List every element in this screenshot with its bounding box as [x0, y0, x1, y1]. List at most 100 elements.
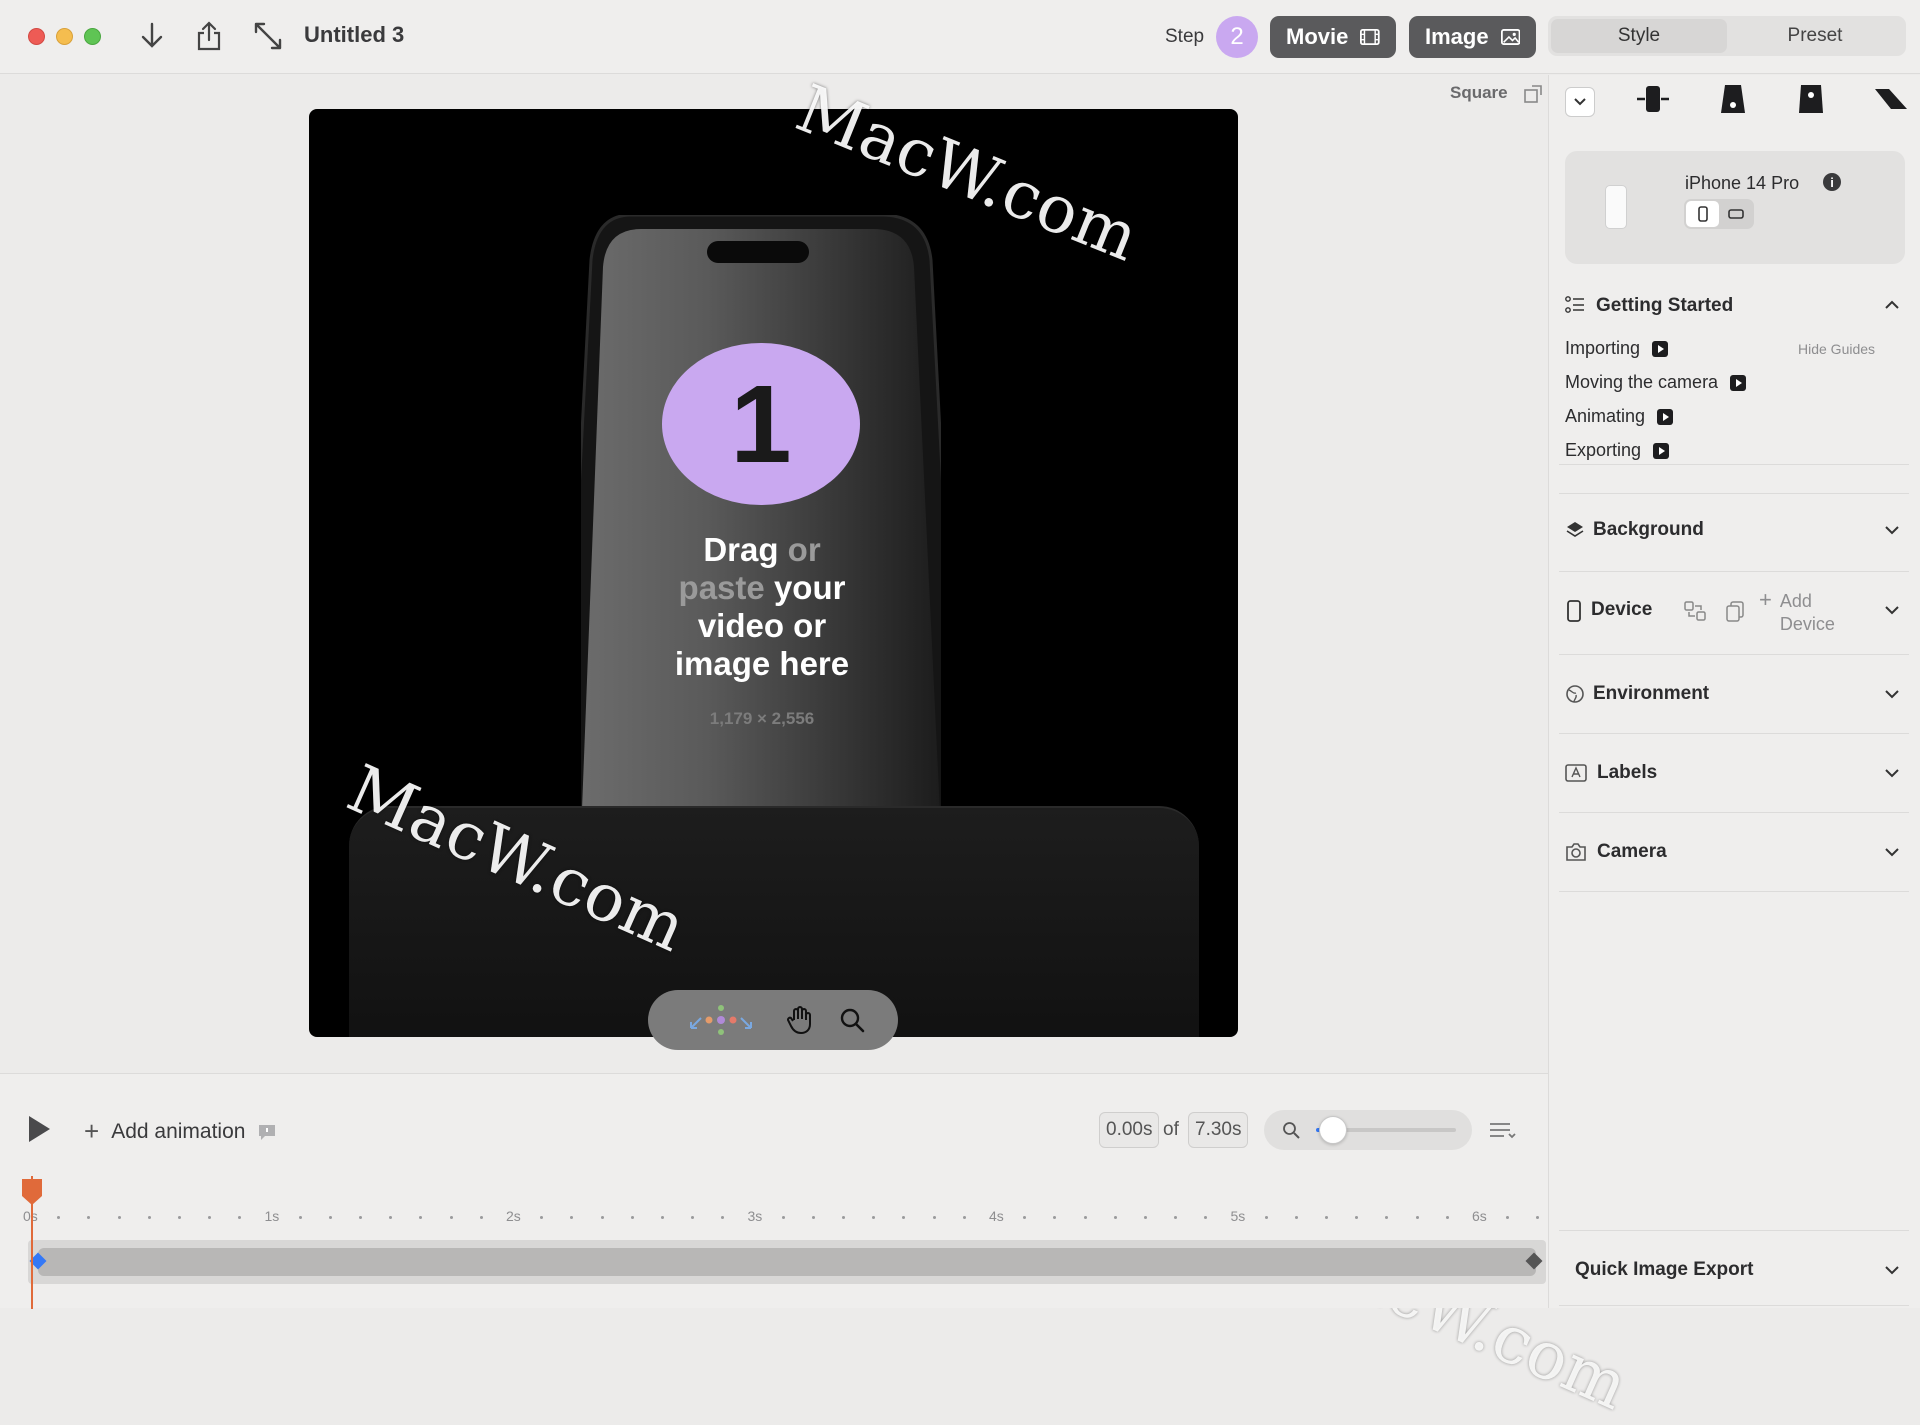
tilt-up-angle-icon[interactable] — [1795, 83, 1827, 115]
move-camera-icon[interactable] — [681, 1000, 761, 1040]
phone-icon — [1567, 600, 1581, 622]
guide-label: Animating — [1565, 406, 1646, 426]
side-angle-icon[interactable] — [1873, 85, 1909, 113]
comment-icon[interactable] — [257, 1123, 277, 1141]
device-section[interactable]: Device + Add Device — [1559, 572, 1909, 655]
ruler-tick-dot — [359, 1216, 363, 1219]
aspect-ratio-label[interactable]: Square — [1450, 83, 1508, 103]
globe-icon — [1566, 685, 1584, 703]
guide-label: Exporting — [1565, 440, 1642, 460]
labels-title: Labels — [1597, 762, 1658, 783]
chevron-down-icon[interactable] — [1885, 603, 1899, 617]
add-animation-label: Add animation — [111, 1119, 246, 1143]
drop-word: your — [773, 569, 846, 606]
environment-section[interactable]: Environment — [1559, 655, 1909, 734]
phone-mockup — [581, 215, 941, 835]
portrait-orientation-icon[interactable] — [1686, 201, 1719, 227]
guide-importing[interactable]: Importing — [1565, 338, 1669, 359]
chevron-down-icon[interactable] — [1885, 845, 1899, 859]
ruler-tick-dot — [570, 1216, 574, 1219]
tilt-angle-icon[interactable] — [1717, 83, 1749, 115]
close-window-button[interactable] — [28, 28, 45, 45]
chevron-down-icon[interactable] — [1885, 766, 1899, 780]
ruler-tick-dot — [902, 1216, 906, 1219]
movie-label: Movie — [1286, 24, 1349, 49]
ruler-tick-dot — [1506, 1216, 1510, 1219]
play-video-icon — [1657, 408, 1674, 425]
guide-exporting[interactable]: Exporting — [1565, 440, 1670, 461]
camera-section[interactable]: Camera — [1559, 813, 1909, 892]
getting-started-section: Getting Started Hide Guides Importing Mo… — [1559, 281, 1909, 465]
download-arrow-icon[interactable] — [134, 18, 170, 54]
zoom-magnifier-icon — [1283, 1122, 1300, 1139]
timeline-zoom-control — [1264, 1110, 1472, 1150]
ruler-tick-label: 6s — [1472, 1208, 1487, 1224]
ruler-tick-dot — [57, 1216, 61, 1219]
chevron-up-icon[interactable] — [1885, 298, 1899, 312]
expand-icon[interactable] — [250, 18, 286, 54]
hide-guides-link[interactable]: Hide Guides — [1798, 341, 1875, 357]
total-duration-field[interactable]: 7.30s — [1188, 1112, 1249, 1148]
zoom-slider-thumb[interactable] — [1318, 1116, 1347, 1144]
movie-export-button[interactable]: Movie — [1270, 16, 1396, 58]
tab-style[interactable]: Style — [1551, 19, 1727, 53]
landscape-orientation-icon[interactable] — [1719, 201, 1752, 227]
share-icon[interactable] — [191, 18, 227, 54]
quick-image-export-section[interactable]: Quick Image Export — [1559, 1230, 1909, 1306]
animation-clip-bar[interactable] — [38, 1248, 1536, 1276]
device-title: Device — [1591, 599, 1653, 620]
ruler-tick-dot — [811, 1216, 815, 1219]
zoom-window-button[interactable] — [84, 28, 101, 45]
chevron-down-icon[interactable] — [1885, 687, 1899, 701]
labels-section[interactable]: Labels — [1559, 734, 1909, 813]
guide-animating[interactable]: Animating — [1565, 406, 1674, 427]
add-device-button[interactable]: + Add Device — [1759, 589, 1869, 636]
play-video-icon — [1652, 340, 1669, 357]
ruler-tick-label: 3s — [747, 1208, 763, 1224]
drop-instructions[interactable]: Drag or paste your video or image here — [639, 531, 885, 683]
duplicate-device-icon[interactable] — [1725, 600, 1745, 622]
ruler-tick-dot — [1355, 1216, 1359, 1219]
ruler-tick-dot — [479, 1216, 483, 1219]
hand-pan-icon[interactable] — [787, 1006, 813, 1034]
chevron-down-icon[interactable] — [1885, 523, 1899, 537]
info-icon[interactable]: i — [1823, 173, 1841, 191]
ruler-tick-label: 1s — [264, 1208, 280, 1224]
tab-preset[interactable]: Preset — [1727, 19, 1903, 53]
ruler-tick-dot — [208, 1216, 212, 1219]
front-angle-icon[interactable] — [1635, 83, 1671, 115]
zoom-magnifier-icon[interactable] — [839, 1007, 865, 1033]
stage-toolbar — [648, 990, 898, 1050]
ruler-tick-dot — [147, 1216, 151, 1219]
ruler-tick-dot — [1113, 1216, 1117, 1219]
background-section[interactable]: Background — [1559, 493, 1909, 572]
play-icon[interactable] — [26, 1114, 52, 1144]
ruler-tick-dot — [298, 1216, 302, 1219]
playhead-handle[interactable] — [21, 1178, 43, 1206]
ruler-tick-dot — [328, 1216, 332, 1219]
swap-device-icon[interactable] — [1683, 600, 1707, 622]
minimize-window-button[interactable] — [56, 28, 73, 45]
ruler-tick-dot — [1385, 1216, 1389, 1219]
add-animation-button[interactable]: + Add animation — [84, 1116, 277, 1147]
ruler-tick-dot — [600, 1216, 604, 1219]
device-angle-presets — [1549, 75, 1920, 125]
getting-started-title: Getting Started — [1596, 295, 1734, 316]
aspect-ratio-icon[interactable] — [1523, 84, 1543, 104]
ruler-tick-dot — [872, 1216, 876, 1219]
ruler-tick-dot — [630, 1216, 634, 1219]
image-export-button[interactable]: Image — [1409, 16, 1536, 58]
chevron-down-icon[interactable] — [1565, 87, 1595, 117]
device-thumbnail — [1605, 185, 1627, 229]
chevron-down-icon[interactable] — [1885, 1263, 1899, 1277]
timeline-options-icon[interactable] — [1488, 1120, 1518, 1140]
step-badge[interactable]: 2 — [1216, 16, 1258, 58]
timeline-panel: + Add animation 0.00s of 7.30s 0s1s2s3s4… — [0, 1073, 1548, 1309]
current-time-field[interactable]: 0.00s — [1099, 1112, 1160, 1148]
ruler-tick-dot — [1083, 1216, 1087, 1219]
animation-track[interactable] — [28, 1240, 1546, 1284]
photo-icon — [1500, 29, 1520, 45]
guide-moving-camera[interactable]: Moving the camera — [1565, 372, 1747, 393]
ruler-tick-dot — [449, 1216, 453, 1219]
device-card[interactable]: iPhone 14 Pro i — [1565, 151, 1905, 264]
